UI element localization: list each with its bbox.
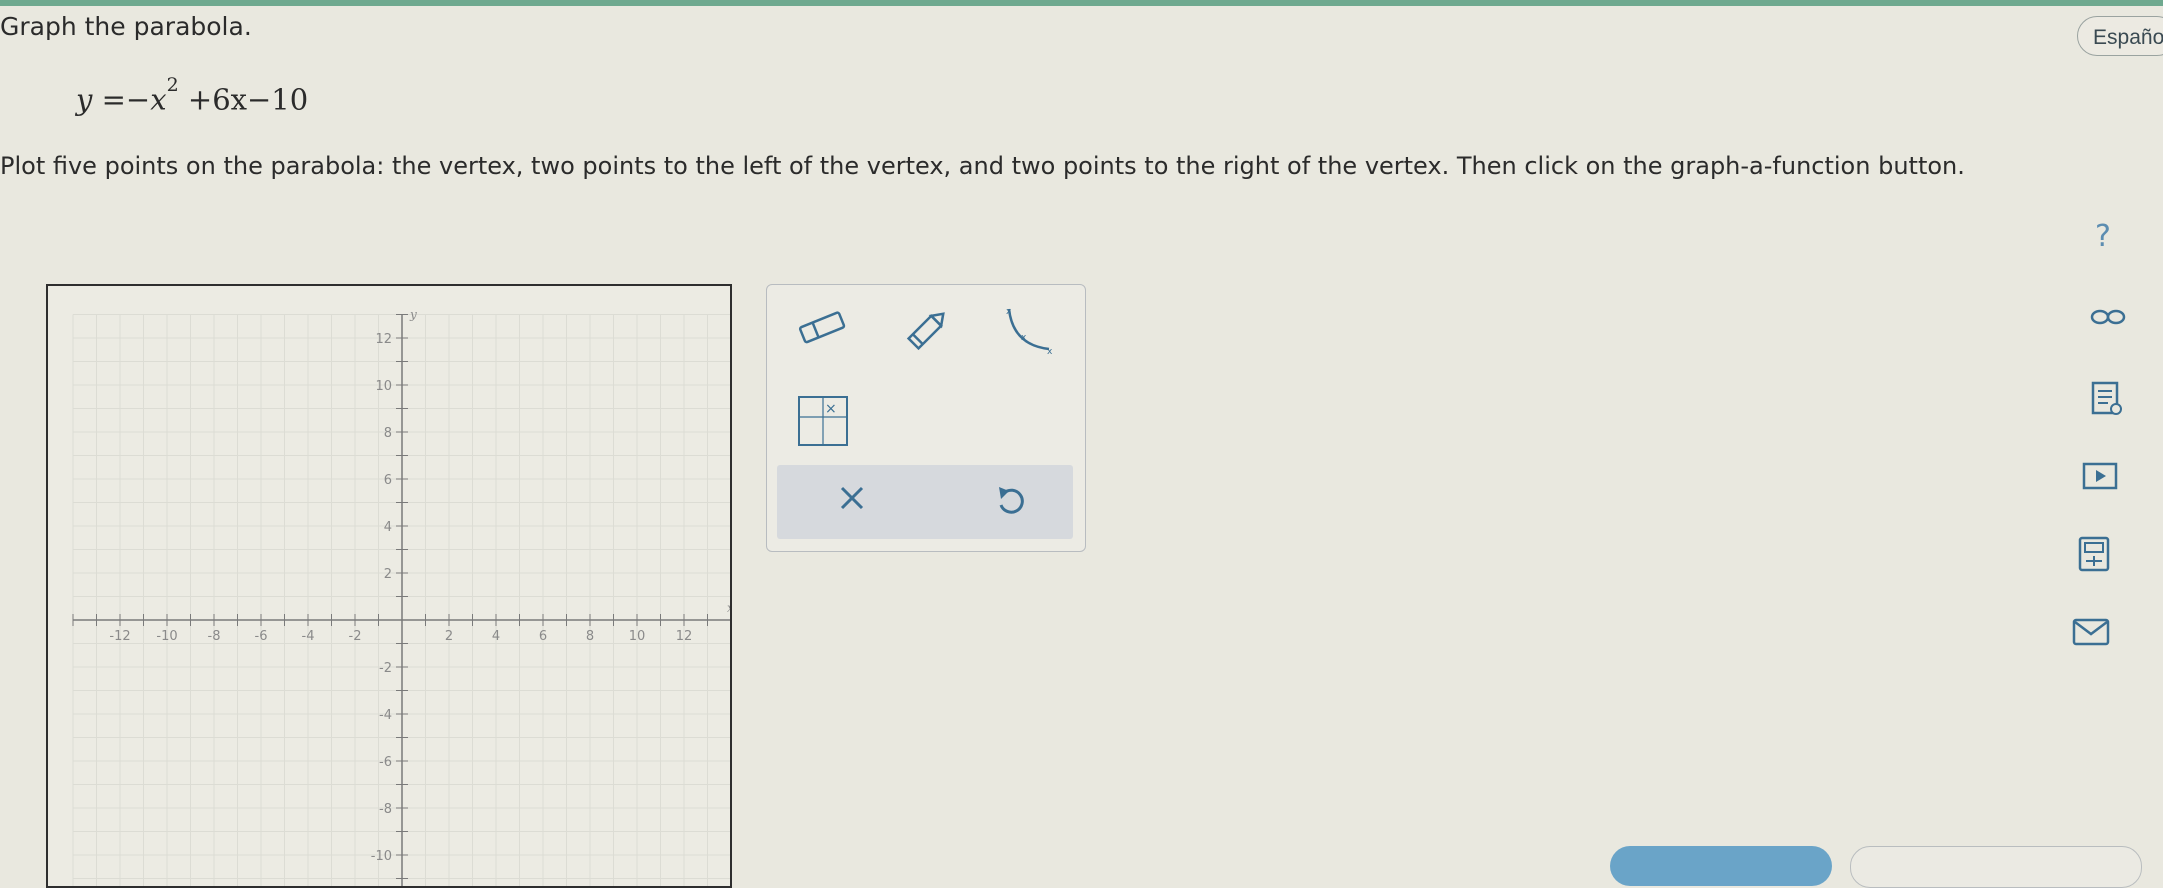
y-tick-label: 2 xyxy=(384,567,392,582)
x-tick-label: -12 xyxy=(109,629,130,644)
textbook-icon[interactable] xyxy=(2090,380,2124,422)
x-tick-label: -6 xyxy=(255,629,268,644)
y-tick-label: 12 xyxy=(375,332,392,347)
y-tick-label: 8 xyxy=(384,426,392,441)
eq-exponent: 2 xyxy=(166,74,179,96)
y-tick-label: -6 xyxy=(379,755,392,770)
x-tick-label: -4 xyxy=(302,629,315,644)
svg-text:x: x xyxy=(1021,333,1027,343)
y-axis-label: y xyxy=(409,308,417,322)
y-tick-label: 4 xyxy=(384,520,392,535)
tool-footer xyxy=(777,465,1073,539)
primary-action-button[interactable] xyxy=(1610,846,1832,886)
svg-text:×: × xyxy=(825,401,837,417)
top-accent-bar xyxy=(0,0,2163,6)
y-tick-label: 6 xyxy=(384,473,392,488)
eraser-icon[interactable] xyxy=(795,305,851,353)
eq-neg: − xyxy=(125,82,151,117)
tool-panel: x x x × xyxy=(766,284,1086,552)
mail-icon[interactable] xyxy=(2072,618,2110,650)
close-icon[interactable] xyxy=(837,483,867,517)
svg-text:x: x xyxy=(1047,347,1053,355)
secondary-action-button[interactable] xyxy=(1850,846,2142,888)
y-tick-label: 10 xyxy=(375,379,392,394)
x-tick-label: -2 xyxy=(349,629,362,644)
y-tick-label: -2 xyxy=(379,661,392,676)
y-tick-label: -10 xyxy=(371,849,392,864)
y-tick-label: -4 xyxy=(379,708,392,723)
x-tick-label: 10 xyxy=(629,629,646,644)
question-icon[interactable]: ? xyxy=(2092,218,2120,258)
equation: y =−x2 +6x−10 xyxy=(76,74,309,117)
graph-function-icon[interactable]: x x x xyxy=(1003,305,1057,359)
eq-x: x xyxy=(150,82,167,117)
pencil-icon[interactable] xyxy=(902,305,952,359)
page-title: Graph the parabola. xyxy=(0,12,252,41)
x-axis-label: x xyxy=(727,601,730,615)
svg-text:x: x xyxy=(1006,307,1012,317)
x-tick-label: -10 xyxy=(156,629,177,644)
eq-lhs: y xyxy=(76,82,93,117)
point-grid-icon[interactable]: × xyxy=(797,395,849,451)
x-tick-label: 8 xyxy=(586,629,594,644)
x-tick-label: 4 xyxy=(492,629,500,644)
undo-icon[interactable] xyxy=(995,483,1025,521)
question-glyph: ? xyxy=(2095,219,2111,254)
graph-area[interactable]: -12 -10 -8 -6 -4 -2 2 4 6 8 10 12 12 10 8 6 4 2 -2 -4 -6 -8 -1… xyxy=(46,284,732,888)
x-tick-label: -8 xyxy=(208,629,221,644)
coordinate-plane[interactable]: -12 -10 -8 -6 -4 -2 2 4 6 8 10 12 12 10 8 6 4 2 -2 -4 -6 -8 -1… xyxy=(48,286,730,886)
video-icon[interactable] xyxy=(2082,462,2118,494)
infinity-icon[interactable] xyxy=(2090,306,2126,332)
language-button[interactable]: Español xyxy=(2077,16,2163,56)
instructions: Plot five points on the parabola: the ve… xyxy=(0,152,1965,180)
x-tick-label: 2 xyxy=(445,629,453,644)
calculator-icon[interactable] xyxy=(2078,536,2110,576)
x-tick-label: 12 xyxy=(676,629,693,644)
eq-rest: +6x−10 xyxy=(187,82,309,117)
eq-equals: = xyxy=(101,82,126,117)
x-tick-label: 6 xyxy=(539,629,547,644)
y-tick-label: -8 xyxy=(379,802,392,817)
